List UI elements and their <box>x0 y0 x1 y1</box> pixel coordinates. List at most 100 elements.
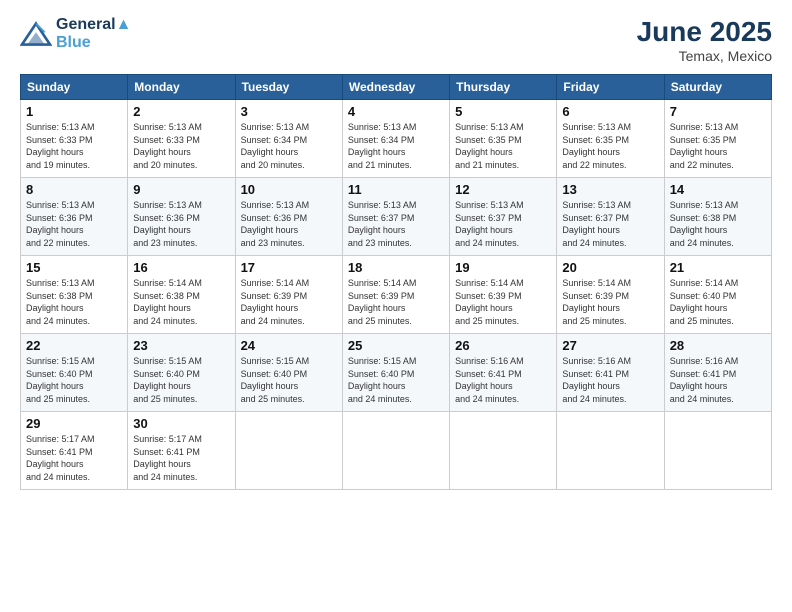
day-info: Sunrise: 5:13 AM Sunset: 6:35 PM Dayligh… <box>670 121 766 171</box>
table-row: 24 Sunrise: 5:15 AM Sunset: 6:40 PM Dayl… <box>235 334 342 412</box>
table-row: 14 Sunrise: 5:13 AM Sunset: 6:38 PM Dayl… <box>664 178 771 256</box>
day-info: Sunrise: 5:13 AM Sunset: 6:33 PM Dayligh… <box>133 121 229 171</box>
day-number: 18 <box>348 260 444 275</box>
day-info: Sunrise: 5:17 AM Sunset: 6:41 PM Dayligh… <box>133 433 229 483</box>
day-info: Sunrise: 5:14 AM Sunset: 6:39 PM Dayligh… <box>348 277 444 327</box>
day-number: 10 <box>241 182 337 197</box>
table-row: 22 Sunrise: 5:15 AM Sunset: 6:40 PM Dayl… <box>21 334 128 412</box>
table-row: 3 Sunrise: 5:13 AM Sunset: 6:34 PM Dayli… <box>235 100 342 178</box>
calendar-week-row: 15 Sunrise: 5:13 AM Sunset: 6:38 PM Dayl… <box>21 256 772 334</box>
title-block: June 2025 Temax, Mexico <box>637 16 772 64</box>
table-row: 18 Sunrise: 5:14 AM Sunset: 6:39 PM Dayl… <box>342 256 449 334</box>
day-number: 12 <box>455 182 551 197</box>
day-info: Sunrise: 5:14 AM Sunset: 6:38 PM Dayligh… <box>133 277 229 327</box>
table-row <box>235 412 342 490</box>
day-number: 14 <box>670 182 766 197</box>
table-row: 25 Sunrise: 5:15 AM Sunset: 6:40 PM Dayl… <box>342 334 449 412</box>
day-number: 2 <box>133 104 229 119</box>
day-number: 15 <box>26 260 122 275</box>
day-number: 27 <box>562 338 658 353</box>
day-info: Sunrise: 5:13 AM Sunset: 6:38 PM Dayligh… <box>26 277 122 327</box>
table-row: 21 Sunrise: 5:14 AM Sunset: 6:40 PM Dayl… <box>664 256 771 334</box>
page: General▲ Blue June 2025 Temax, Mexico Su… <box>0 0 792 612</box>
logo-icon <box>20 20 52 48</box>
table-row: 4 Sunrise: 5:13 AM Sunset: 6:34 PM Dayli… <box>342 100 449 178</box>
logo-text: General▲ Blue <box>56 16 131 52</box>
logo: General▲ Blue <box>20 16 131 52</box>
day-info: Sunrise: 5:13 AM Sunset: 6:34 PM Dayligh… <box>241 121 337 171</box>
day-info: Sunrise: 5:16 AM Sunset: 6:41 PM Dayligh… <box>562 355 658 405</box>
day-number: 8 <box>26 182 122 197</box>
day-info: Sunrise: 5:13 AM Sunset: 6:36 PM Dayligh… <box>241 199 337 249</box>
table-row: 12 Sunrise: 5:13 AM Sunset: 6:37 PM Dayl… <box>450 178 557 256</box>
day-number: 22 <box>26 338 122 353</box>
table-row: 20 Sunrise: 5:14 AM Sunset: 6:39 PM Dayl… <box>557 256 664 334</box>
col-thursday: Thursday <box>450 75 557 100</box>
table-row: 15 Sunrise: 5:13 AM Sunset: 6:38 PM Dayl… <box>21 256 128 334</box>
day-info: Sunrise: 5:14 AM Sunset: 6:39 PM Dayligh… <box>241 277 337 327</box>
day-info: Sunrise: 5:15 AM Sunset: 6:40 PM Dayligh… <box>133 355 229 405</box>
table-row: 13 Sunrise: 5:13 AM Sunset: 6:37 PM Dayl… <box>557 178 664 256</box>
day-info: Sunrise: 5:13 AM Sunset: 6:37 PM Dayligh… <box>348 199 444 249</box>
day-info: Sunrise: 5:13 AM Sunset: 6:35 PM Dayligh… <box>455 121 551 171</box>
col-tuesday: Tuesday <box>235 75 342 100</box>
day-number: 28 <box>670 338 766 353</box>
day-number: 19 <box>455 260 551 275</box>
day-info: Sunrise: 5:16 AM Sunset: 6:41 PM Dayligh… <box>455 355 551 405</box>
day-number: 1 <box>26 104 122 119</box>
day-info: Sunrise: 5:15 AM Sunset: 6:40 PM Dayligh… <box>241 355 337 405</box>
day-number: 20 <box>562 260 658 275</box>
day-info: Sunrise: 5:14 AM Sunset: 6:39 PM Dayligh… <box>455 277 551 327</box>
day-info: Sunrise: 5:13 AM Sunset: 6:36 PM Dayligh… <box>133 199 229 249</box>
table-row: 23 Sunrise: 5:15 AM Sunset: 6:40 PM Dayl… <box>128 334 235 412</box>
day-info: Sunrise: 5:13 AM Sunset: 6:38 PM Dayligh… <box>670 199 766 249</box>
table-row: 26 Sunrise: 5:16 AM Sunset: 6:41 PM Dayl… <box>450 334 557 412</box>
col-sunday: Sunday <box>21 75 128 100</box>
day-info: Sunrise: 5:15 AM Sunset: 6:40 PM Dayligh… <box>348 355 444 405</box>
calendar: Sunday Monday Tuesday Wednesday Thursday… <box>20 74 772 490</box>
table-row: 7 Sunrise: 5:13 AM Sunset: 6:35 PM Dayli… <box>664 100 771 178</box>
day-number: 16 <box>133 260 229 275</box>
day-number: 26 <box>455 338 551 353</box>
day-info: Sunrise: 5:13 AM Sunset: 6:33 PM Dayligh… <box>26 121 122 171</box>
day-info: Sunrise: 5:14 AM Sunset: 6:39 PM Dayligh… <box>562 277 658 327</box>
table-row: 9 Sunrise: 5:13 AM Sunset: 6:36 PM Dayli… <box>128 178 235 256</box>
table-row: 17 Sunrise: 5:14 AM Sunset: 6:39 PM Dayl… <box>235 256 342 334</box>
table-row: 8 Sunrise: 5:13 AM Sunset: 6:36 PM Dayli… <box>21 178 128 256</box>
calendar-week-row: 8 Sunrise: 5:13 AM Sunset: 6:36 PM Dayli… <box>21 178 772 256</box>
table-row: 30 Sunrise: 5:17 AM Sunset: 6:41 PM Dayl… <box>128 412 235 490</box>
table-row: 16 Sunrise: 5:14 AM Sunset: 6:38 PM Dayl… <box>128 256 235 334</box>
table-row: 19 Sunrise: 5:14 AM Sunset: 6:39 PM Dayl… <box>450 256 557 334</box>
table-row <box>342 412 449 490</box>
day-number: 4 <box>348 104 444 119</box>
table-row: 1 Sunrise: 5:13 AM Sunset: 6:33 PM Dayli… <box>21 100 128 178</box>
month-title: June 2025 <box>637 16 772 48</box>
location: Temax, Mexico <box>637 48 772 64</box>
day-number: 13 <box>562 182 658 197</box>
day-info: Sunrise: 5:13 AM Sunset: 6:37 PM Dayligh… <box>562 199 658 249</box>
day-number: 25 <box>348 338 444 353</box>
table-row <box>664 412 771 490</box>
table-row: 28 Sunrise: 5:16 AM Sunset: 6:41 PM Dayl… <box>664 334 771 412</box>
day-number: 5 <box>455 104 551 119</box>
table-row: 2 Sunrise: 5:13 AM Sunset: 6:33 PM Dayli… <box>128 100 235 178</box>
day-info: Sunrise: 5:13 AM Sunset: 6:35 PM Dayligh… <box>562 121 658 171</box>
table-row <box>557 412 664 490</box>
col-friday: Friday <box>557 75 664 100</box>
day-info: Sunrise: 5:16 AM Sunset: 6:41 PM Dayligh… <box>670 355 766 405</box>
header: General▲ Blue June 2025 Temax, Mexico <box>20 16 772 64</box>
day-info: Sunrise: 5:13 AM Sunset: 6:36 PM Dayligh… <box>26 199 122 249</box>
day-number: 3 <box>241 104 337 119</box>
table-row: 29 Sunrise: 5:17 AM Sunset: 6:41 PM Dayl… <box>21 412 128 490</box>
table-row: 10 Sunrise: 5:13 AM Sunset: 6:36 PM Dayl… <box>235 178 342 256</box>
day-number: 11 <box>348 182 444 197</box>
day-info: Sunrise: 5:14 AM Sunset: 6:40 PM Dayligh… <box>670 277 766 327</box>
day-info: Sunrise: 5:17 AM Sunset: 6:41 PM Dayligh… <box>26 433 122 483</box>
calendar-week-row: 22 Sunrise: 5:15 AM Sunset: 6:40 PM Dayl… <box>21 334 772 412</box>
day-info: Sunrise: 5:13 AM Sunset: 6:37 PM Dayligh… <box>455 199 551 249</box>
table-row: 27 Sunrise: 5:16 AM Sunset: 6:41 PM Dayl… <box>557 334 664 412</box>
day-number: 17 <box>241 260 337 275</box>
day-number: 29 <box>26 416 122 431</box>
table-row <box>450 412 557 490</box>
day-info: Sunrise: 5:13 AM Sunset: 6:34 PM Dayligh… <box>348 121 444 171</box>
